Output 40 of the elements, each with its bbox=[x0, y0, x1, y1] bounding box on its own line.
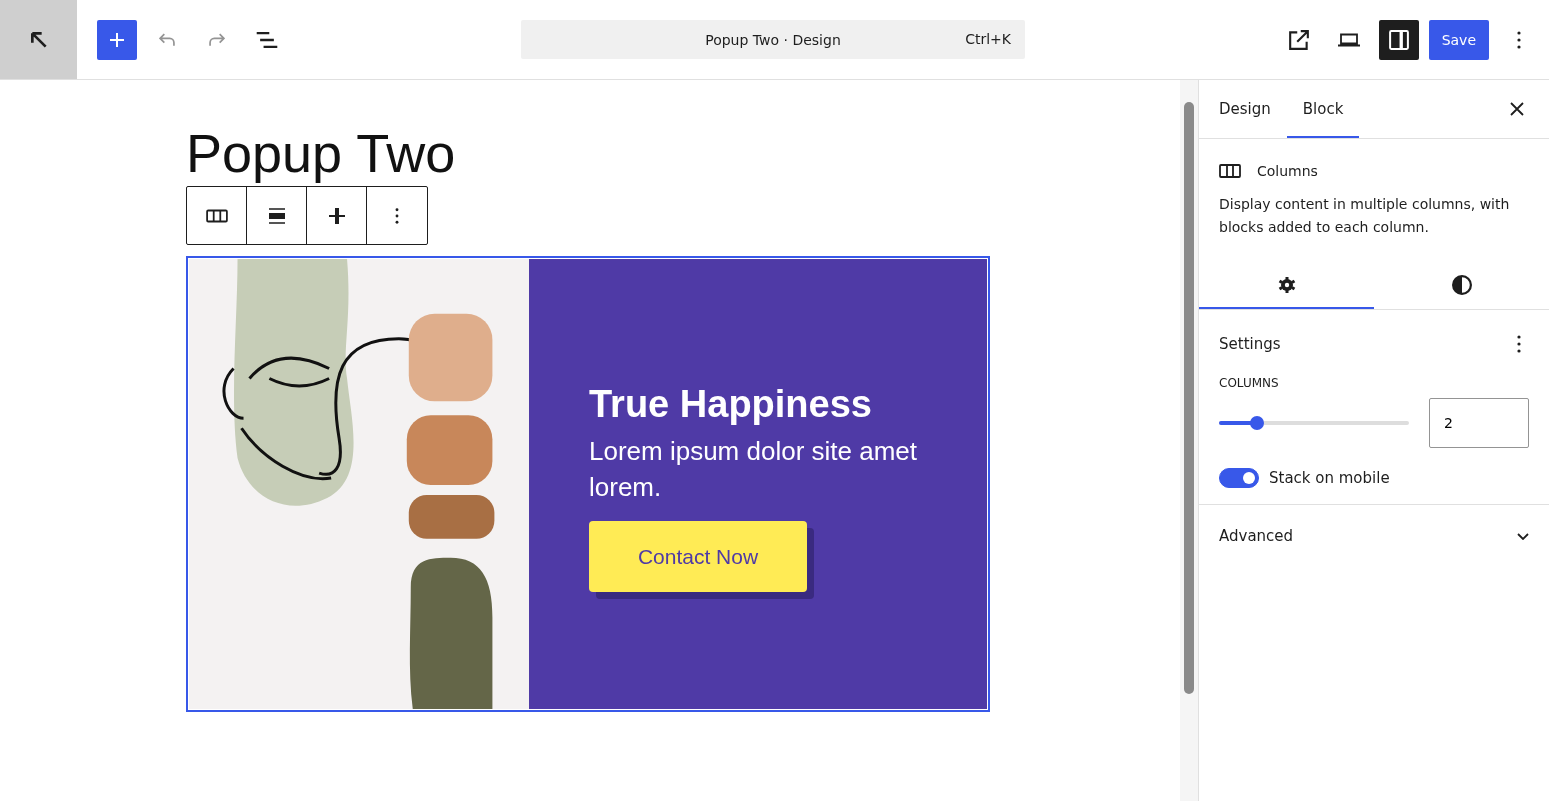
sidebar-tab[interactable]: Design bbox=[1203, 80, 1287, 138]
laptop-icon bbox=[1336, 32, 1361, 47]
more-icon bbox=[1517, 29, 1521, 50]
shortcut-hint: Ctrl+K bbox=[965, 31, 1011, 47]
panel-title: Settings bbox=[1219, 335, 1281, 353]
settings-sidebar-button[interactable] bbox=[1378, 19, 1419, 60]
command-bar[interactable]: Popup Two · Design Ctrl+K bbox=[521, 20, 1025, 59]
scrollbar[interactable] bbox=[1180, 80, 1198, 801]
hero-heading: True Happiness bbox=[589, 382, 873, 427]
list-icon bbox=[256, 31, 278, 48]
page-title: Popup Two bbox=[186, 122, 456, 184]
more-icon bbox=[1517, 334, 1521, 354]
toggle-switch[interactable] bbox=[1219, 468, 1259, 488]
close-icon bbox=[1510, 102, 1524, 116]
columns-icon bbox=[205, 208, 228, 223]
columns-label: COLUMNS bbox=[1219, 376, 1280, 390]
sidebar-icon bbox=[1388, 29, 1409, 50]
gear-icon bbox=[1276, 275, 1297, 295]
arrow-icon bbox=[30, 31, 47, 48]
advanced-section-toggle[interactable]: Advanced bbox=[1199, 505, 1549, 567]
columns-block[interactable]: True Happiness Lorem ipsum dolor site amet lorem. Contact Now bbox=[186, 256, 990, 712]
more-icon bbox=[395, 206, 399, 225]
plus-icon bbox=[109, 31, 125, 48]
undo-icon bbox=[159, 32, 175, 47]
contrast-icon bbox=[1451, 275, 1472, 295]
vertical-align-icon bbox=[327, 206, 346, 225]
block-description: Display content in multiple columns, with blocks added to each column. bbox=[1219, 195, 1511, 237]
external-link-icon bbox=[1288, 29, 1309, 50]
toggle-label: Stack on mobile bbox=[1269, 469, 1390, 487]
slider-track[interactable] bbox=[1219, 416, 1409, 430]
add-block-button[interactable] bbox=[97, 19, 137, 60]
hero-text: Lorem ipsum dolor site amet lorem. bbox=[589, 435, 919, 504]
columns-icon bbox=[1219, 164, 1241, 178]
slider-thumb[interactable] bbox=[1250, 416, 1264, 430]
columns-input[interactable]: 2 bbox=[1429, 398, 1529, 448]
redo-icon bbox=[209, 32, 225, 47]
sidebar-tab[interactable]: Block bbox=[1286, 80, 1360, 138]
save-button[interactable]: Save bbox=[1428, 19, 1489, 60]
block-name: Columns bbox=[1257, 163, 1318, 179]
align-icon bbox=[267, 207, 286, 224]
